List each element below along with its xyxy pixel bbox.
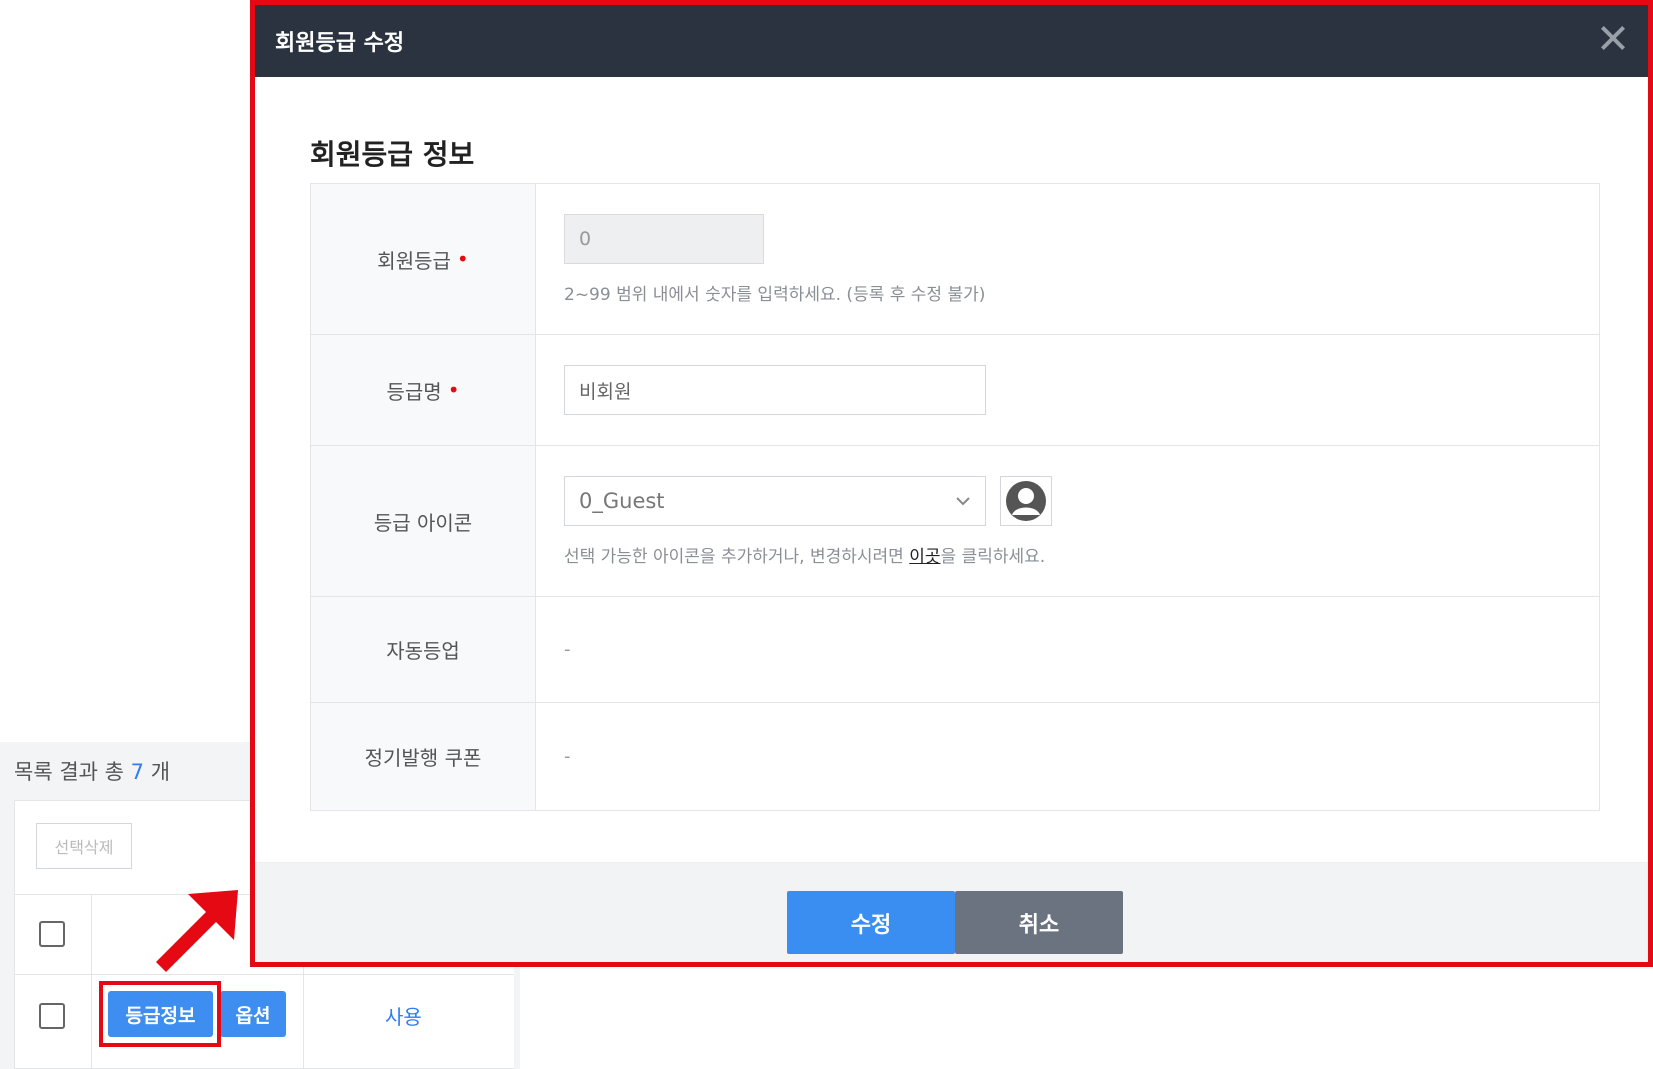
icon-help-prefix: 선택 가능한 아이콘을 추가하거나, 변경하시려면 (564, 546, 910, 567)
table-column-divider (91, 894, 92, 1069)
form-row-grade: 회원등급 • 0 2~99 범위 내에서 숫자를 입력하세요. (등록 후 수정… (311, 184, 1599, 335)
modal-header: 회원등급 수정 (255, 5, 1648, 77)
form-row-name: 등급명 • 비회원 (311, 335, 1599, 446)
form-row-icon: 등급 아이콘 0_Guest 선택 가능한 아이콘을 추가하거나, 변경하시려면… (311, 446, 1599, 597)
icon-help-text: 선택 가능한 아이콘을 추가하거나, 변경하시려면 이곳을 클릭하세요. (564, 542, 1571, 567)
form-row-coupon: 정기발행 쿠폰 - (311, 703, 1599, 810)
modal-title: 회원등급 수정 (275, 31, 405, 56)
form-label: 정기발행 쿠폰 (311, 703, 536, 810)
form-value: 0 2~99 범위 내에서 숫자를 입력하세요. (등록 후 수정 불가) (536, 184, 1599, 334)
icon-select[interactable]: 0_Guest (564, 475, 986, 526)
section-title: 회원등급 정보 (310, 138, 475, 171)
required-mark: • (456, 247, 469, 271)
result-count-suffix: 개 (150, 760, 171, 784)
form-label: 자동등업 (311, 597, 536, 702)
form-value: - (536, 597, 1599, 702)
modal-footer: 수정 취소 (255, 862, 1648, 962)
grade-icon-label: 등급 아이콘 (373, 510, 473, 535)
icon-select-value: 0_Guest (579, 488, 665, 513)
option-button[interactable]: 옵션 (220, 991, 286, 1037)
icon-help-link[interactable]: 이곳 (909, 547, 940, 567)
select-all-checkbox[interactable] (39, 921, 65, 947)
user-avatar-icon (1000, 475, 1052, 526)
grade-name-label: 등급명 (386, 379, 442, 404)
icon-help-suffix: 을 클릭하세요. (940, 546, 1046, 567)
form-value: 0_Guest 선택 가능한 아이콘을 추가하거나, 변경하시려면 이곳을 클릭… (536, 446, 1599, 596)
auto-upgrade-value: - (564, 639, 571, 660)
result-count-number: 7 (130, 760, 145, 784)
submit-button[interactable]: 수정 (787, 891, 955, 954)
grade-number-input: 0 (564, 213, 764, 264)
highlight-box (99, 981, 221, 1047)
use-status[interactable]: 사용 (385, 1001, 422, 1030)
grade-help-text: 2~99 범위 내에서 숫자를 입력하세요. (등록 후 수정 불가) (564, 284, 986, 305)
table-divider (14, 974, 514, 975)
cancel-button[interactable]: 취소 (955, 891, 1123, 954)
chevron-down-icon (956, 496, 970, 505)
grade-label: 회원등급 (377, 248, 451, 273)
close-icon[interactable] (1598, 23, 1628, 53)
icon-select-group: 0_Guest (564, 475, 1571, 526)
grade-edit-modal: 회원등급 수정 회원등급 정보 회원등급 • 0 2~99 범위 내에서 숫자를… (250, 0, 1653, 967)
arrow-icon (156, 890, 238, 972)
grade-name-input[interactable]: 비회원 (564, 365, 986, 415)
row-checkbox[interactable] (39, 1003, 65, 1029)
required-mark: • (447, 378, 460, 402)
form-label: 등급명 • (311, 335, 536, 445)
form-value: - (536, 703, 1599, 810)
select-delete-button[interactable]: 선택삭제 (36, 823, 132, 869)
coupon-value: - (564, 746, 571, 767)
form-row-auto-upgrade: 자동등업 - (311, 597, 1599, 703)
coupon-label: 정기발행 쿠폰 (364, 746, 482, 770)
form-label: 등급 아이콘 (311, 446, 536, 596)
form-label: 회원등급 • (311, 184, 536, 334)
grade-form: 회원등급 • 0 2~99 범위 내에서 숫자를 입력하세요. (등록 후 수정… (310, 183, 1600, 811)
result-count: 목록 결과 총 7 개 (14, 756, 170, 786)
auto-upgrade-label: 자동등업 (386, 639, 460, 663)
form-value: 비회원 (536, 335, 1599, 445)
result-count-prefix: 목록 결과 총 (14, 760, 124, 784)
